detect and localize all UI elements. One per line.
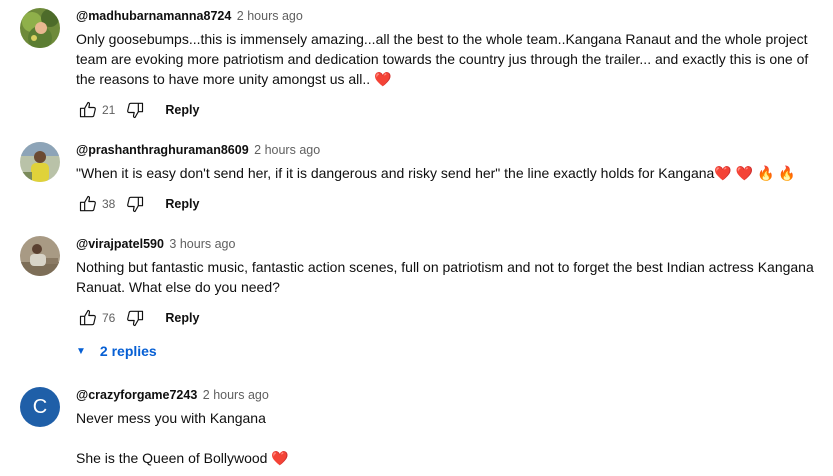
- thumbs-down-icon[interactable]: [123, 98, 147, 122]
- comment-thread: C @crazyforgame7243 2 hours ago Never me…: [20, 387, 830, 476]
- comment-author[interactable]: @prashanthraghuraman8609: [76, 143, 249, 157]
- heart-emoji: ❤️: [374, 71, 392, 87]
- thumbs-down-icon[interactable]: [123, 192, 147, 216]
- avatar-photo: [20, 236, 60, 276]
- comment-timestamp[interactable]: 2 hours ago: [237, 9, 303, 23]
- thumbs-up-icon[interactable]: [76, 98, 100, 122]
- thumbs-down-icon[interactable]: [123, 306, 147, 330]
- comment-author[interactable]: @madhubarnamanna8724: [76, 9, 231, 23]
- comment-text: "When it is easy don't send her, if it i…: [76, 163, 830, 183]
- avatar[interactable]: [20, 236, 60, 276]
- heart-fire-emojis: ❤️ ❤️ 🔥 🔥: [714, 165, 796, 181]
- comment-text-line: She is the Queen of Bollywood ❤️: [76, 448, 830, 468]
- avatar-photo: [20, 8, 60, 48]
- comment-thread: @madhubarnamanna8724 2 hours ago Only go…: [20, 8, 830, 119]
- like-count: 21: [102, 103, 116, 117]
- avatar-photo: [20, 142, 60, 182]
- comment-thread: @prashanthraghuraman8609 2 hours ago "Wh…: [20, 142, 830, 222]
- comment-timestamp[interactable]: 2 hours ago: [254, 143, 320, 157]
- like-count: 76: [102, 311, 116, 325]
- avatar[interactable]: [20, 8, 60, 48]
- comment-author[interactable]: @virajpatel590: [76, 237, 164, 251]
- avatar-letter: C: [32, 395, 48, 418]
- avatar[interactable]: C: [20, 387, 60, 427]
- comment-timestamp[interactable]: 2 hours ago: [203, 388, 269, 402]
- reply-button[interactable]: Reply: [165, 197, 199, 211]
- avatar[interactable]: [20, 142, 60, 182]
- caret-down-icon: ▼: [76, 346, 86, 357]
- comment-thread: @virajpatel590 3 hours ago Nothing but f…: [20, 236, 830, 336]
- comment-timestamp[interactable]: 3 hours ago: [169, 237, 235, 251]
- replies-label: 2 replies: [99, 343, 157, 359]
- comment-text-body: She is the Queen of Bollywood: [76, 450, 272, 466]
- comment-text-body: Only goosebumps...this is immensely amaz…: [76, 31, 813, 87]
- comment-author[interactable]: @crazyforgame7243: [76, 388, 197, 402]
- comment-text: Only goosebumps...this is immensely amaz…: [76, 29, 830, 89]
- comment-text: Nothing but fantastic music, fantastic a…: [76, 259, 818, 295]
- reply-button[interactable]: Reply: [165, 103, 199, 117]
- thumbs-up-icon[interactable]: [76, 306, 100, 330]
- view-replies-button[interactable]: ▼ 2 replies: [76, 340, 157, 362]
- thumbs-up-icon[interactable]: [76, 192, 100, 216]
- heart-emoji: ❤️: [271, 450, 289, 466]
- comment-text-line: Never mess you with Kangana: [76, 410, 266, 426]
- comment-text-body: "When it is easy don't send her, if it i…: [76, 165, 715, 181]
- reply-button[interactable]: Reply: [165, 311, 199, 325]
- like-count: 38: [102, 197, 116, 211]
